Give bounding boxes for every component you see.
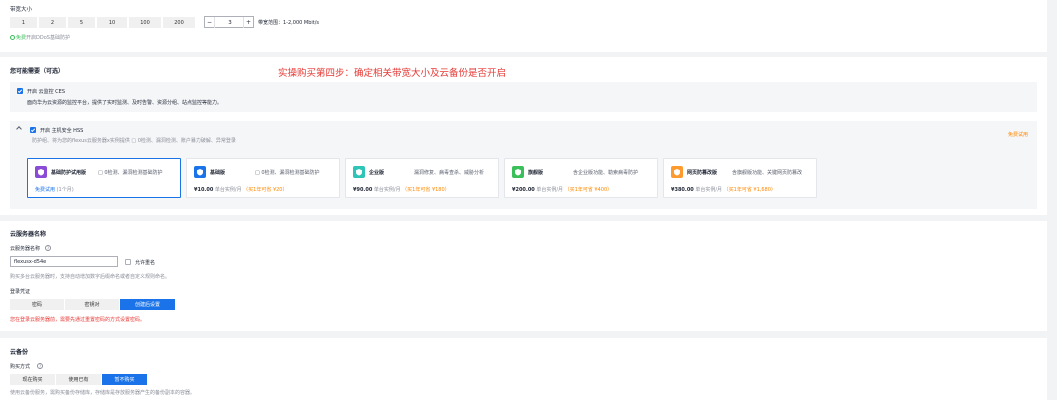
bandwidth-option-2[interactable]: 2 [39,17,66,28]
card-title: 企业版 [369,170,385,176]
hss-card-web-tamper[interactable]: 网页防篡改版 含旗舰版功能、关键网页防篡改 ¥380.00 单台实例/月 （买1… [663,158,817,198]
ddos-free-badge: 免费 [16,35,27,41]
card-price-unit: 单台实例/月 [695,187,723,193]
bandwidth-range-text: 带宽范围：1-2,000 Mbit/s [258,20,320,26]
bandwidth-title: 带宽大小 [10,7,33,13]
ces-desc: 面向华为云资源的监控平台，提供了实时监测、及时告警、资源分组、站点监控等能力。 [27,100,223,106]
shield-heart-icon [35,166,47,178]
card-price: ¥380.00 单台实例/月 （买1年可省 ¥1,680） [671,186,776,193]
card-save: （买1年可省 ¥400） [564,187,613,193]
backup-buy-now[interactable]: 现在购买 [10,374,55,385]
allow-duplicate-label: 允许重名 [135,260,156,266]
tutorial-annotation: 实操购买第四步：确定相关带宽大小及云备份是否开启 [278,68,507,79]
card-price-value: ¥200.00 [512,187,535,193]
hss-card-flagship[interactable]: 旗舰版 含企业版功能、勒索病毒防护 ¥200.00 单台实例/月 （买1年可省 … [504,158,658,198]
help-icon[interactable]: ? [45,245,51,251]
server-name-label: 云服务器名称 [10,246,41,252]
card-price: ¥90.00 单台实例/月 （买1年可省 ¥180） [353,186,450,193]
card-price-value: ¥90.00 [353,187,373,193]
bandwidth-panel: 带宽大小 1 2 5 10 100 200 − 3 + 带宽范围：1-2,000… [0,0,1047,52]
card-desc: 漏洞修复、病毒查杀、威胁分析 [414,170,485,176]
hss-card-basic-trial[interactable]: 基础防护试用版 □ 0检测、漏洞检测基础防护 免费试用 (1个月) [27,158,181,198]
card-title: 基础版 [210,170,226,176]
server-panel: 云服务器名称 云服务器名称 ? flexusx-d54e 允许重名 购买多台云服… [0,221,1047,331]
card-save: （买1年可省 ¥180） [402,187,450,193]
hss-label: 开启 主机安全 HSS [40,128,84,134]
server-name-input[interactable]: flexusx-d54e [10,256,118,267]
bandwidth-option-10[interactable]: 10 [97,17,127,28]
card-desc: 含企业版功能、勒索病毒防护 [573,170,639,176]
card-price-value: ¥10.00 [194,187,214,193]
hss-checkbox[interactable] [30,127,36,133]
card-save: （买1年可省 ¥20） [243,187,288,193]
backup-hint: 使用云备份服务，需购买备份存储库，存储库是存放服务器产生的备份副本的容器。 [10,390,196,396]
free-trial-link[interactable]: 免费试用 [1008,131,1028,138]
optional-title: 您可能需要（可选） [10,68,65,75]
credential-set-later[interactable]: 创建后设置 [120,299,175,310]
card-title: 旗舰版 [528,170,544,176]
card-desc: 含旗舰版功能、关键网页防篡改 [732,170,803,176]
shield-heart-icon [671,166,683,178]
card-price: ¥10.00 单台实例/月 （买1年可省 ¥20） [194,186,288,193]
card-save: （买1年可省 ¥1,680） [723,187,776,193]
bandwidth-option-1[interactable]: 1 [10,17,37,28]
backup-title: 云备份 [10,349,29,356]
check-circle-icon [10,35,15,40]
card-price-value: ¥380.00 [671,187,694,193]
bandwidth-stepper[interactable]: − 3 + [204,16,254,28]
stepper-plus-button[interactable]: + [243,17,253,28]
chevron-up-icon[interactable] [16,126,22,132]
credential-password[interactable]: 密码 [10,299,64,310]
credential-keypair[interactable]: 密钥对 [65,299,119,310]
card-price: 免费试用 (1个月) [35,186,74,193]
card-title: 网页防篡改版 [687,170,718,176]
backup-use-existing[interactable]: 使用已有 [56,374,101,385]
credential-hint: 您在登录云服务器前，需要先通过重置密码的方式设置密码。 [10,317,146,323]
card-price-value: 免费试用 [35,187,56,193]
bandwidth-option-200[interactable]: 200 [163,17,195,28]
bandwidth-option-5[interactable]: 5 [68,17,95,28]
server-name-hint: 购买多台云服务器时，支持自动增加数字后缀命名或者自定义规则命名。 [10,274,171,280]
backup-not-buy[interactable]: 暂不购买 [102,374,147,385]
hss-card-basic[interactable]: 基础版 □ 0检测、漏洞检测基础防护 ¥10.00 单台实例/月 （买1年可省 … [186,158,340,198]
allow-duplicate-checkbox[interactable] [125,259,131,265]
backup-panel: 云备份 购买方式 ? 现在购买 使用已有 暂不购买 使用云备份服务，需购买备份存… [0,338,1047,400]
stepper-minus-button[interactable]: − [205,17,215,28]
card-price-unit: 单台实例/月 [373,187,401,193]
ces-box: 开启 云监控 CES 面向华为云资源的监控平台，提供了实时监测、及时告警、资源分… [10,82,1037,112]
shield-heart-icon [194,166,206,178]
card-desc: □ 0检测、漏洞检测基础防护 [255,170,320,176]
card-price-suffix: (1个月) [56,187,74,193]
card-price-unit: 单台实例/月 [214,187,242,193]
shield-heart-icon [512,166,524,178]
ddos-row: 免费 开启DDoS基础防护 [10,34,70,41]
card-price: ¥200.00 单台实例/月 （买1年可省 ¥400） [512,186,612,193]
shield-heart-icon [353,166,365,178]
card-price-unit: 单台实例/月 [536,187,564,193]
bandwidth-option-100[interactable]: 100 [129,17,161,28]
hss-card-enterprise[interactable]: 企业版 漏洞修复、病毒查杀、威胁分析 ¥90.00 单台实例/月 （买1年可省 … [345,158,499,198]
ddos-text: 开启DDoS基础防护 [26,35,70,41]
card-desc: □ 0检测、漏洞检测基础防护 [98,170,163,176]
ces-label: 开启 云监控 CES [27,89,66,95]
server-title: 云服务器名称 [10,231,47,238]
stepper-value[interactable]: 3 [215,17,245,28]
hss-intro: 防护组、将为您的flexus云服务器x实例提供 □ 0检测、漏洞检测、账户暴力破… [32,138,236,144]
credential-label: 登录凭证 [10,289,31,295]
backup-mode-label: 购买方式 [10,364,31,370]
help-icon[interactable]: ? [37,363,43,369]
ces-checkbox[interactable] [17,88,23,94]
card-title: 基础防护试用版 [51,170,87,176]
